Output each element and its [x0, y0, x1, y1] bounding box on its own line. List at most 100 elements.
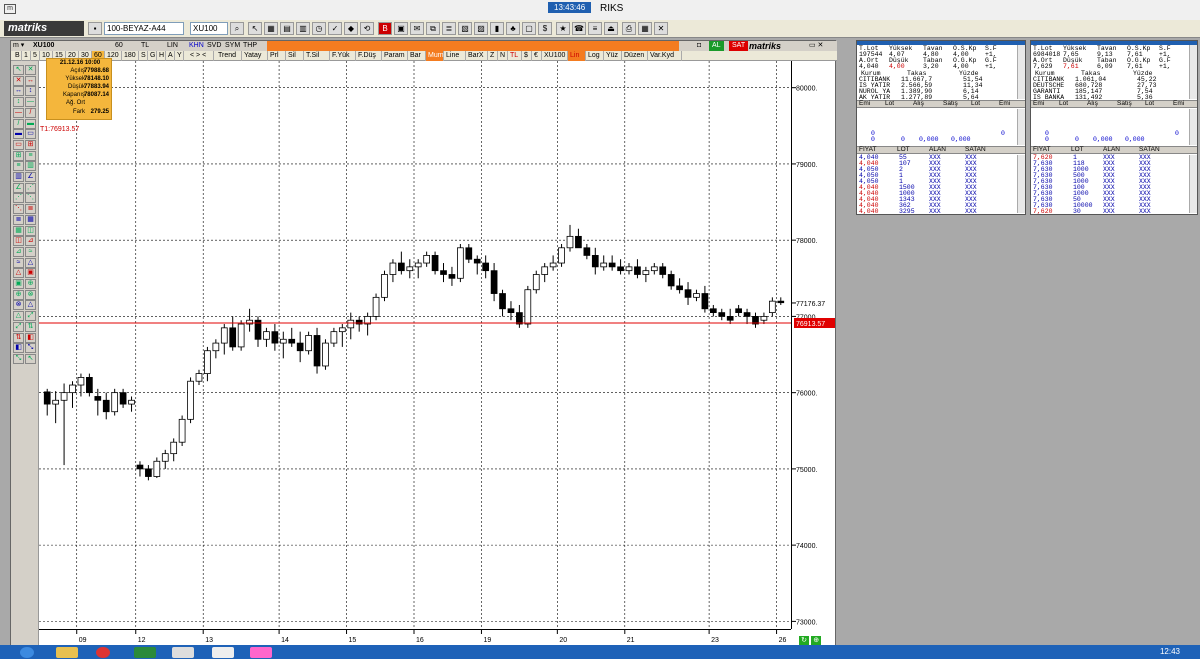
chart-tool-button[interactable]: Var.Kyd	[648, 51, 682, 61]
buy-badge[interactable]: AL	[709, 41, 724, 51]
taskbar-folder-icon[interactable]	[56, 647, 78, 658]
chart-tool-button[interactable]: Line	[444, 51, 466, 61]
candle[interactable]	[279, 331, 287, 359]
chart-tool-button[interactable]: $	[522, 51, 532, 61]
drawing-tool-icon[interactable]: ⋰	[25, 182, 36, 193]
drawing-tool-icon[interactable]: ↖	[25, 353, 36, 364]
candle[interactable]	[499, 289, 506, 317]
drawing-tool-icon[interactable]: ▦	[25, 214, 36, 225]
candle[interactable]	[718, 308, 726, 321]
candle[interactable]	[709, 304, 717, 317]
header-60[interactable]: 60	[115, 41, 123, 51]
exit-icon[interactable]: ⏏	[604, 22, 618, 35]
candle[interactable]	[558, 243, 565, 267]
drawing-tool-icon[interactable]: ⊕	[13, 289, 24, 300]
candle[interactable]	[448, 266, 456, 286]
link-icon[interactable]: ⟲	[360, 22, 374, 35]
candle[interactable]	[119, 388, 127, 408]
drawing-tool-icon[interactable]: ⋱	[13, 204, 24, 215]
period-button[interactable]: G	[148, 51, 157, 61]
drawing-tool-icon[interactable]: ⊕	[25, 279, 36, 289]
print-icon[interactable]: ⎙	[622, 22, 636, 35]
candle[interactable]	[591, 247, 599, 275]
candle[interactable]	[701, 285, 709, 313]
candle[interactable]	[566, 224, 574, 252]
drawing-tool-icon[interactable]: ↕	[13, 97, 24, 108]
period-button[interactable]: B	[13, 51, 22, 61]
drawing-tool-icon[interactable]: —	[25, 97, 36, 108]
candle[interactable]	[77, 373, 85, 397]
candle[interactable]	[128, 396, 135, 412]
drawing-tool-icon[interactable]: ◧	[25, 332, 36, 343]
candle[interactable]	[364, 312, 371, 336]
header-lin[interactable]: LIN	[167, 41, 178, 51]
candle[interactable]	[507, 301, 515, 321]
candle[interactable]	[760, 312, 768, 325]
scroll-buttons-icon[interactable]: < > <	[188, 51, 214, 61]
chart-tool-button[interactable]: BarX	[466, 51, 488, 61]
candle[interactable]	[52, 391, 59, 424]
panel-scrollbar-trades[interactable]	[1189, 155, 1197, 213]
candle[interactable]	[625, 263, 633, 275]
alert-icon[interactable]: ◆	[344, 22, 358, 35]
candle[interactable]	[170, 438, 178, 462]
panel-scrollbar-top[interactable]	[1189, 45, 1197, 99]
drawing-tool-icon[interactable]: ⊞	[13, 150, 24, 161]
candle[interactable]	[355, 316, 363, 332]
candle[interactable]	[684, 282, 692, 305]
candle[interactable]	[60, 383, 68, 466]
candle[interactable]	[322, 339, 329, 370]
drawing-tool-icon[interactable]: ≡	[25, 150, 36, 161]
drawing-tool-icon[interactable]: ⊗	[13, 300, 24, 311]
drawing-tool-icon[interactable]: ⤡	[25, 343, 36, 354]
drawing-tool-icon[interactable]: △	[25, 300, 36, 311]
news-icon[interactable]: ▨	[474, 22, 488, 35]
candle[interactable]	[431, 251, 439, 275]
candle[interactable]	[313, 327, 321, 374]
chart-tool-button[interactable]: Bar	[408, 51, 426, 61]
candle[interactable]	[473, 255, 481, 275]
drawing-tool-icon[interactable]: ↖	[13, 65, 24, 75]
drawing-tool-icon[interactable]: △	[25, 257, 36, 268]
drawing-tool-icon[interactable]: ⊞	[25, 139, 36, 150]
candle[interactable]	[608, 255, 616, 271]
lock-icon[interactable]: ▣	[394, 22, 408, 35]
candle[interactable]	[212, 339, 220, 359]
phone-icon[interactable]: ☎	[572, 22, 586, 35]
drawing-tool-icon[interactable]: ↔	[25, 75, 36, 86]
candle[interactable]	[693, 289, 700, 302]
period-button[interactable]: 180	[122, 51, 139, 61]
chart-tool-button[interactable]: Lin	[568, 51, 586, 61]
panel-scrollbar-top[interactable]	[1017, 45, 1025, 99]
chart-tool-button[interactable]: F.Düş	[356, 51, 382, 61]
candle[interactable]	[465, 243, 473, 264]
chart-tool-button[interactable]: Yüz	[604, 51, 622, 61]
chart-tool-button[interactable]: Log	[586, 51, 604, 61]
panel-scrollbar-trades[interactable]	[1017, 155, 1025, 213]
start-icon[interactable]	[20, 647, 34, 658]
drawing-tool-icon[interactable]: ◧	[13, 343, 24, 354]
chart-tool-button[interactable]: T.Sil	[304, 51, 330, 61]
chart-tool-button[interactable]: Z	[488, 51, 498, 61]
candle[interactable]	[246, 308, 253, 332]
candle[interactable]	[86, 373, 93, 397]
header-sym[interactable]: SYM	[225, 41, 240, 51]
drawing-tool-icon[interactable]: ∠	[13, 182, 24, 193]
table-icon[interactable]: ▥	[296, 22, 310, 35]
drawing-tool-icon[interactable]: ≡	[13, 161, 24, 172]
candle[interactable]	[237, 320, 245, 351]
drawing-tool-icon[interactable]: ✕	[13, 75, 24, 86]
drawing-tool-icon[interactable]: ⊿	[13, 246, 24, 257]
panel-scrollbar-depth[interactable]	[1017, 109, 1025, 145]
chart-tool-button[interactable]: Trend	[216, 51, 242, 61]
candle[interactable]	[634, 259, 641, 279]
drawing-tool-icon[interactable]: ∠	[25, 172, 36, 182]
candle[interactable]	[338, 324, 346, 347]
candle[interactable]	[516, 304, 523, 328]
candle[interactable]	[102, 392, 110, 420]
drawing-tool-icon[interactable]: ⋱	[25, 193, 36, 204]
drawing-tool-icon[interactable]: ▣	[25, 268, 36, 279]
drawing-tool-icon[interactable]: /	[13, 118, 24, 129]
drawing-tool-icon[interactable]: ▥	[13, 172, 24, 182]
mail-icon[interactable]: ✉	[410, 22, 424, 35]
